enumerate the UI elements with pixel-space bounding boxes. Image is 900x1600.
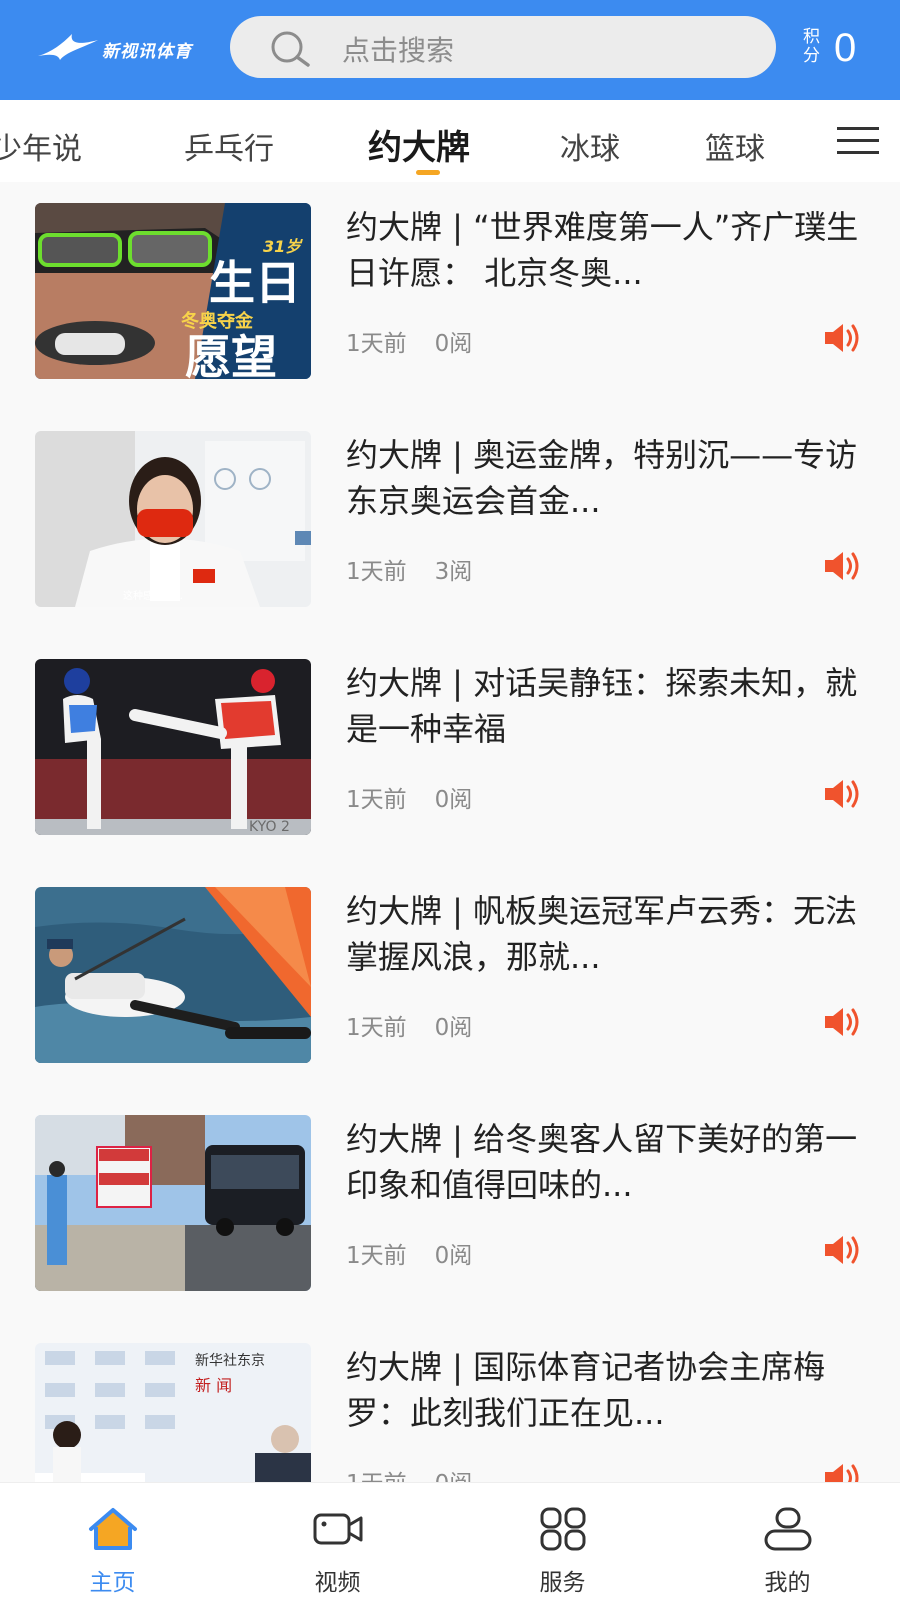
speaker-icon[interactable] <box>823 777 861 811</box>
article-reads: 0阅 <box>434 1243 473 1269</box>
search-icon <box>271 31 310 67</box>
nav-video-label: 视频 <box>314 1570 361 1596</box>
article-title[interactable]: 约大牌 | 奥运金牌，特别沉——专访东京奥运会首金... <box>346 432 866 532</box>
article-thumbnail[interactable]: 这种感觉…… <box>35 431 311 607</box>
tab-lanqiu[interactable]: 篮球 <box>705 124 765 168</box>
app-logo[interactable]: 新视讯体育 <box>36 28 206 68</box>
article-meta: 1天前 0阅 <box>346 1464 472 1482</box>
article-reads: 0阅 <box>434 331 473 357</box>
user-profile-icon <box>764 1507 812 1551</box>
nav-services-label: 服务 <box>539 1570 586 1596</box>
article-title[interactable]: 约大牌 | 国际体育记者协会主席梅罗：此刻我们正在见... <box>346 1344 866 1444</box>
logo-bird-icon <box>38 34 98 60</box>
services-grid-icon <box>540 1507 586 1551</box>
article-title[interactable]: 约大牌 | 给冬奥客人留下美好的第一印象和值得回味的... <box>346 1116 866 1216</box>
speaker-icon[interactable] <box>823 1461 861 1482</box>
article-time: 1天前 <box>346 1471 407 1482</box>
tab-shaonianshuo[interactable]: 少年说 <box>0 124 82 168</box>
article-meta: 1天前 0阅 <box>346 1008 472 1042</box>
svg-text:KYO 2: KYO 2 <box>249 819 290 835</box>
logo-text: 新视讯体育 <box>102 42 192 62</box>
top-header: 新视讯体育 点击搜索 积分 0 <box>0 0 900 100</box>
article-list: 31岁 生日 冬奥夺金 愿望 约大牌 | “世界难度第一人”齐广璞生日许愿： 北… <box>0 182 900 1482</box>
article-time: 1天前 <box>346 1243 407 1269</box>
article-reads: 0阅 <box>434 1015 473 1041</box>
article-reads: 3阅 <box>434 559 473 585</box>
points-label: 积分 <box>803 27 820 66</box>
svg-text:新 闻: 新 闻 <box>195 1376 232 1395</box>
article-time: 1天前 <box>346 331 407 357</box>
nav-services[interactable]: 服务 <box>450 1483 675 1600</box>
article-meta: 1天前 0阅 <box>346 780 472 814</box>
speaker-icon[interactable] <box>823 549 861 583</box>
video-camera-icon <box>313 1513 363 1545</box>
article-item[interactable]: 约大牌 | 帆板奥运冠军卢云秀：无法掌握风浪，那就... 1天前 0阅 <box>0 866 900 1094</box>
thumbnail-caption-birthday: 生日 <box>209 256 301 310</box>
nav-video[interactable]: 视频 <box>225 1483 450 1600</box>
search-placeholder: 点击搜索 <box>342 34 455 67</box>
tab-yuedapai[interactable]: 约大牌 <box>368 120 470 169</box>
nav-profile[interactable]: 我的 <box>675 1483 900 1600</box>
article-meta: 1天前 3阅 <box>346 552 472 586</box>
bottom-navigation: 主页 视频 服务 我的 <box>0 1482 900 1600</box>
svg-text:这种感觉……: 这种感觉…… <box>123 589 183 602</box>
speaker-icon[interactable] <box>823 1233 861 1267</box>
article-time: 1天前 <box>346 787 407 813</box>
nav-profile-label: 我的 <box>764 1570 811 1596</box>
tab-bingqiu[interactable]: 冰球 <box>560 124 620 168</box>
tab-pingpangxing[interactable]: 乒乓行 <box>184 124 274 168</box>
article-reads: 0阅 <box>435 1471 473 1482</box>
active-tab-indicator <box>416 170 440 175</box>
article-title[interactable]: 约大牌 | 对话吴静钰：探索未知，就是一种幸福 <box>346 660 866 760</box>
nav-home-label: 主页 <box>89 1570 136 1596</box>
article-thumbnail[interactable]: KYO 2 <box>35 659 311 835</box>
article-thumbnail[interactable]: 31岁 生日 冬奥夺金 愿望 <box>35 203 311 379</box>
article-title[interactable]: 约大牌 | “世界难度第一人”齐广璞生日许愿： 北京冬奥... <box>346 204 866 304</box>
article-meta: 1天前 0阅 <box>346 324 472 358</box>
article-reads: 0阅 <box>434 787 473 813</box>
article-item[interactable]: KYO 2 约大牌 | 对话吴静钰：探索未知，就是一种幸福 1天前 0阅 <box>0 638 900 866</box>
article-item[interactable]: 这种感觉…… 约大牌 | 奥运金牌，特别沉——专访东京奥运会首金... 1天前 3… <box>0 410 900 638</box>
nav-home[interactable]: 主页 <box>0 1483 225 1600</box>
article-title[interactable]: 约大牌 | 帆板奥运冠军卢云秀：无法掌握风浪，那就... <box>346 888 866 988</box>
article-thumbnail[interactable] <box>35 1115 311 1291</box>
menu-icon[interactable] <box>837 126 879 156</box>
article-item[interactable]: 约大牌 | 给冬奥客人留下美好的第一印象和值得回味的... 1天前 0阅 <box>0 1094 900 1322</box>
svg-text:新华社东京: 新华社东京 <box>195 1353 265 1369</box>
article-thumbnail[interactable]: 新华社东京 新 闻 <box>35 1343 311 1482</box>
search-bar[interactable]: 点击搜索 <box>230 16 776 78</box>
article-item[interactable]: 31岁 生日 冬奥夺金 愿望 约大牌 | “世界难度第一人”齐广璞生日许愿： 北… <box>0 182 900 410</box>
thumbnail-caption-wish: 愿望 <box>185 330 277 379</box>
article-time: 1天前 <box>346 559 407 585</box>
home-icon <box>89 1508 137 1550</box>
article-item[interactable]: 新华社东京 新 闻 约大牌 | 国际体育记者协会主席梅罗：此刻我们正在见... … <box>0 1322 900 1482</box>
category-tabs: 少年说 乒乓行 约大牌 冰球 篮球 <box>0 100 900 182</box>
points-value[interactable]: 0 <box>834 24 856 72</box>
article-thumbnail[interactable] <box>35 887 311 1063</box>
speaker-icon[interactable] <box>823 321 861 355</box>
article-time: 1天前 <box>346 1015 407 1041</box>
speaker-icon[interactable] <box>823 1005 861 1039</box>
article-meta: 1天前 0阅 <box>346 1236 472 1270</box>
